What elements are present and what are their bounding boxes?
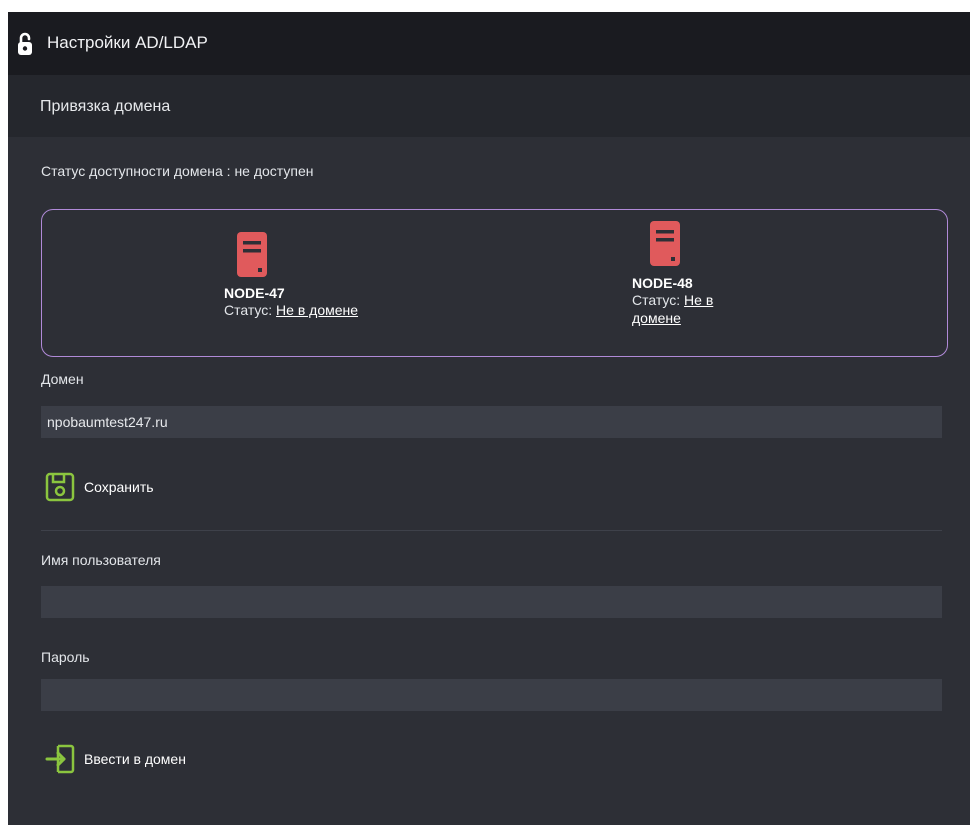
join-domain-button[interactable]: Ввести в домен xyxy=(44,743,186,775)
username-input[interactable] xyxy=(41,586,942,618)
login-icon xyxy=(45,744,75,774)
ad-ldap-settings-window: Настройки AD/LDAP Привязка домена Статус… xyxy=(8,12,970,825)
password-label: Пароль xyxy=(41,649,90,665)
node-card: NODE-48 Статус: Не в домене xyxy=(632,221,772,327)
nodes-panel: NODE-47 Статус: Не в домене NODE-48 Стат… xyxy=(41,209,948,357)
node-name: NODE-47 xyxy=(224,285,285,301)
username-label: Имя пользователя xyxy=(41,552,161,568)
save-icon xyxy=(45,472,75,502)
section-title: Привязка домена xyxy=(40,98,171,115)
node-status-label: Статус: xyxy=(632,292,681,308)
node-status: Статус: Не в домене xyxy=(632,291,752,327)
save-button-label: Сохранить xyxy=(84,479,154,495)
domain-input[interactable]: npobaumtest247.ru xyxy=(41,406,942,438)
server-icon xyxy=(237,232,267,277)
domain-availability-status: Статус доступности домена : не доступен xyxy=(41,163,314,179)
node-name: NODE-48 xyxy=(632,275,693,291)
section-header: Привязка домена xyxy=(8,75,970,137)
password-input[interactable] xyxy=(41,679,942,711)
node-status: Статус: Не в домене xyxy=(224,301,358,319)
server-icon xyxy=(650,221,680,266)
join-domain-button-label: Ввести в домен xyxy=(84,751,186,767)
unlock-icon xyxy=(18,32,32,55)
window-title: Настройки AD/LDAP xyxy=(47,33,208,52)
node-status-label: Статус: xyxy=(224,302,273,318)
title-bar: Настройки AD/LDAP xyxy=(8,12,970,75)
node-card: NODE-47 Статус: Не в домене xyxy=(224,232,358,319)
save-button[interactable]: Сохранить xyxy=(44,471,154,503)
domain-label: Домен xyxy=(41,371,84,387)
divider xyxy=(41,530,942,531)
node-status-link[interactable]: Не в домене xyxy=(276,302,358,318)
